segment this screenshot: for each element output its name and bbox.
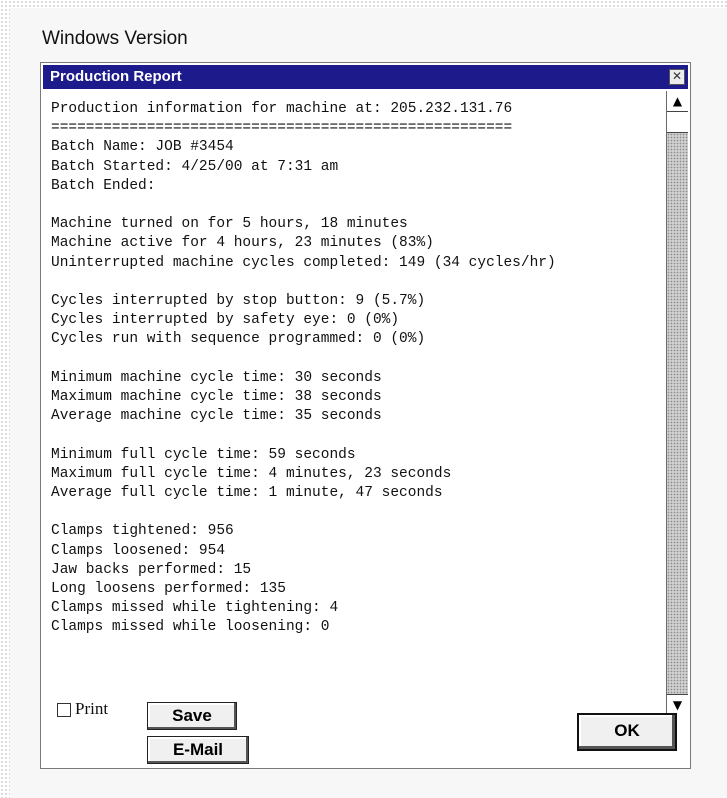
report-line: Average machine cycle time: 35 seconds (51, 408, 382, 425)
save-button[interactable]: Save (147, 702, 237, 730)
report-line: Clamps loosened: 954 (51, 542, 226, 559)
ok-button[interactable]: OK (577, 713, 677, 751)
report-line: Minimum machine cycle time: 30 seconds (51, 369, 382, 386)
print-label: Print (75, 699, 109, 718)
report-line: Uninterrupted machine cycles completed: … (51, 254, 556, 271)
report-line: Batch Name: JOB #3454 (51, 139, 234, 156)
scroll-thumb[interactable] (667, 112, 688, 133)
report-line: Minimum full cycle time: 59 seconds (51, 446, 356, 463)
report-line: ========================================… (51, 120, 513, 137)
vertical-scrollbar[interactable]: ▲ ▼ (666, 91, 688, 715)
production-report-window: Production Report ✕ Production informati… (40, 62, 691, 769)
scroll-up-arrow-icon[interactable]: ▲ (667, 91, 688, 112)
report-line: Maximum full cycle time: 4 minutes, 23 s… (51, 465, 452, 482)
report-line: Clamps tightened: 956 (51, 523, 234, 540)
report-line: Average full cycle time: 1 minute, 47 se… (51, 485, 443, 502)
report-line: Batch Started: 4/25/00 at 7:31 am (51, 158, 339, 175)
report-line: Cycles run with sequence programmed: 0 (… (51, 331, 426, 348)
report-line: Cycles interrupted by stop button: 9 (5.… (51, 293, 426, 310)
report-line: Clamps missed while tightening: 4 (51, 600, 339, 617)
dotted-frame-top (0, 0, 727, 8)
report-text-area[interactable]: Production information for machine at: 2… (45, 91, 666, 715)
scroll-down-arrow-icon[interactable]: ▼ (667, 694, 688, 715)
email-button[interactable]: E-Mail (147, 736, 249, 764)
close-icon[interactable]: ✕ (669, 69, 685, 85)
report-line: Cycles interrupted by safety eye: 0 (0%) (51, 312, 400, 329)
report-line: Long loosens performed: 135 (51, 581, 286, 598)
report-line: Maximum machine cycle time: 38 seconds (51, 389, 382, 406)
version-caption: Windows Version (42, 28, 188, 49)
print-checkbox[interactable] (57, 703, 71, 717)
report-text: Production information for machine at: 2… (45, 91, 666, 638)
window-title: Production Report (50, 68, 182, 85)
report-line: Clamps missed while loosening: 0 (51, 619, 330, 636)
report-line: Machine active for 4 hours, 23 minutes (… (51, 235, 434, 252)
report-line: Batch Ended: (51, 177, 156, 194)
report-line: Production information for machine at: 2… (51, 101, 513, 117)
report-line: Jaw backs performed: 15 (51, 561, 252, 578)
title-bar[interactable]: Production Report ✕ (43, 65, 688, 89)
report-line: Machine turned on for 5 hours, 18 minute… (51, 216, 408, 233)
dotted-frame-left (0, 0, 10, 798)
